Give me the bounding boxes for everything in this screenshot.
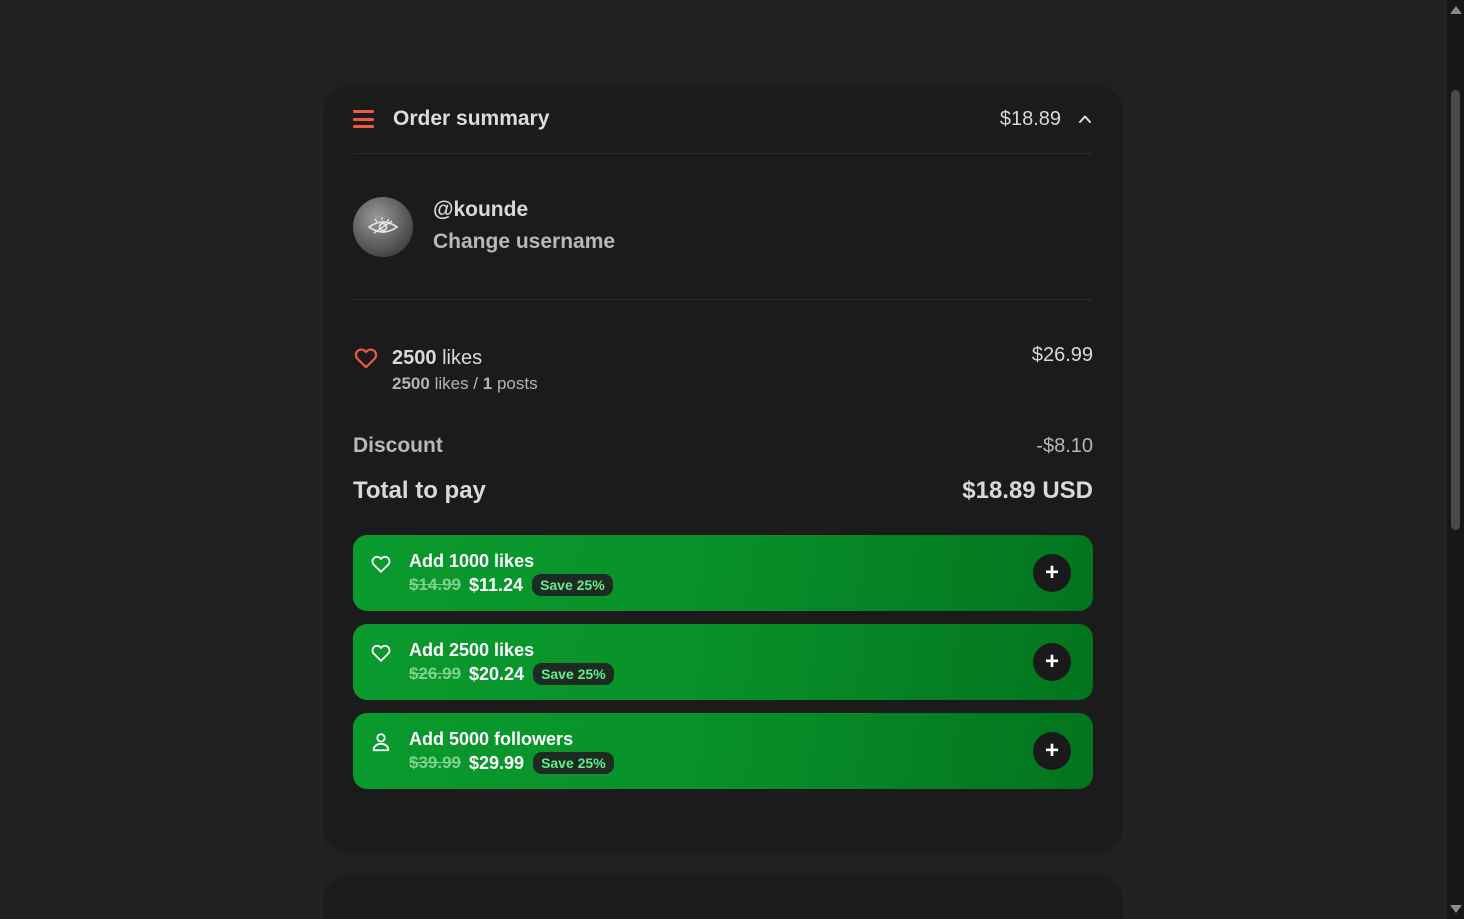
order-summary-total: $18.89 [999, 107, 1061, 130]
add-upsell-button[interactable]: + [1033, 554, 1071, 592]
chevron-up-icon[interactable] [1079, 113, 1091, 125]
upsell-old-price: $39.99 [409, 753, 461, 772]
upsell-new-price: $11.24 [469, 575, 524, 595]
upsell-new-price: $20.24 [469, 664, 525, 684]
discount-row: Discount -$8.10 [353, 431, 1093, 461]
upsell-prefix: Add [409, 551, 444, 571]
upsell-text: Add 5000 followers $39.99 $29.99 Save 25… [409, 727, 1033, 775]
upsell-add-1000-likes[interactable]: Add 1000 likes $14.99 $11.24 Save 25% + [353, 535, 1093, 611]
upsell-title: Add 1000 likes [409, 549, 1033, 573]
avatar [353, 196, 413, 257]
order-summary-card: Order summary $18.89 @kounde Change user… [323, 85, 1123, 853]
scroll-up-arrow-icon[interactable] [1450, 6, 1462, 14]
save-badge: Save 25% [532, 574, 613, 596]
upsell-qty: 5000 followers [449, 729, 574, 749]
order-item-posts-unit: posts [496, 374, 538, 393]
discount-label: Discount [353, 434, 443, 457]
hamburger-icon [353, 110, 374, 128]
add-upsell-button[interactable]: + [1033, 732, 1071, 770]
order-item-sub-unit: likes / [434, 374, 479, 393]
heart-outline-icon [371, 644, 391, 662]
discount-value: -$8.10 [1036, 434, 1093, 457]
order-item-price: $26.99 [1031, 344, 1093, 366]
upsell-title: Add 2500 likes [409, 638, 1033, 662]
order-item-subtitle: 2500 likes / 1 posts [392, 373, 1032, 395]
order-item-sub-qty: 2500 [392, 374, 430, 393]
save-badge: Save 25% [533, 663, 614, 685]
order-item-details: 2500 likes 2500 likes / 1 posts [392, 343, 1032, 403]
upsell-old-price: $14.99 [409, 575, 461, 594]
next-card [323, 875, 1123, 919]
user-icon [372, 733, 390, 752]
upsell-prices: $14.99 $11.24 Save 25% [409, 573, 1033, 597]
upsell-old-price: $26.99 [409, 664, 461, 683]
order-summary-header[interactable]: Order summary $18.89 [353, 85, 1093, 154]
upsell-prices: $39.99 $29.99 Save 25% [409, 751, 1033, 775]
heart-outline-icon [371, 555, 391, 573]
vertical-scrollbar[interactable] [1447, 0, 1464, 919]
total-label: Total to pay [353, 477, 486, 504]
order-summary-title: Order summary [393, 107, 550, 130]
avatar-eye-icon [367, 216, 399, 234]
add-upsell-button[interactable]: + [1033, 643, 1071, 681]
change-username-link[interactable]: Change username [433, 225, 615, 259]
page: Order summary $18.89 @kounde Change user… [0, 0, 1464, 919]
scroll-down-arrow-icon[interactable] [1450, 905, 1462, 913]
upsell-new-price: $29.99 [469, 753, 525, 773]
order-item-unit: likes [442, 347, 483, 369]
upsell-add-2500-likes[interactable]: Add 2500 likes $26.99 $20.24 Save 25% + [353, 624, 1093, 700]
heart-icon [354, 348, 378, 369]
user-info: @kounde Change username [433, 195, 615, 259]
upsell-text: Add 2500 likes $26.99 $20.24 Save 25% [409, 638, 1033, 686]
save-badge: Save 25% [533, 752, 614, 774]
order-item-posts-qty: 1 [482, 374, 493, 393]
upsell-title: Add 5000 followers [409, 727, 1033, 751]
total-row: Total to pay $18.89 USD [353, 473, 1093, 509]
order-item-qty: 2500 [392, 347, 437, 369]
username: @kounde [433, 197, 529, 221]
user-section: @kounde Change username [353, 154, 1093, 300]
upsell-prefix: Add [409, 729, 444, 749]
upsell-add-5000-followers[interactable]: Add 5000 followers $39.99 $29.99 Save 25… [353, 713, 1093, 789]
order-item-title: 2500 likes [392, 343, 1032, 373]
upsell-text: Add 1000 likes $14.99 $11.24 Save 25% [409, 549, 1033, 597]
upsell-prices: $26.99 $20.24 Save 25% [409, 662, 1033, 686]
scrollbar-thumb[interactable] [1451, 90, 1460, 530]
upsell-prefix: Add [409, 640, 444, 660]
total-value: $18.89 USD [962, 477, 1093, 504]
order-item: 2500 likes 2500 likes / 1 posts $26.99 [353, 343, 1093, 403]
upsell-qty: 2500 likes [449, 640, 535, 660]
upsell-qty: 1000 likes [449, 551, 535, 571]
